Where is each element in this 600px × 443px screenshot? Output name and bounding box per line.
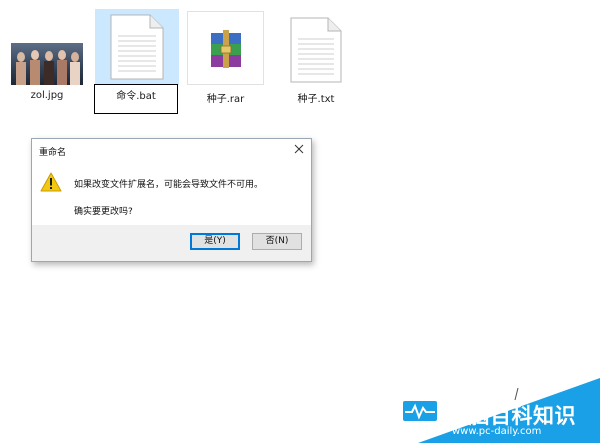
- photo-thumbnail-icon: [11, 43, 83, 85]
- rename-input-text: 命令.bat: [116, 91, 156, 102]
- watermark-url: www.pc-daily.com: [452, 426, 542, 437]
- file-label-seed-txt: 种子.txt: [297, 94, 335, 105]
- file-item-seed-rar[interactable]: [187, 11, 264, 85]
- text-document-icon: [110, 14, 164, 80]
- file-item-seed-txt[interactable]: [280, 9, 352, 85]
- text-document-icon: [290, 17, 342, 83]
- warning-icon: [40, 172, 62, 192]
- winrar-archive-icon: [211, 30, 241, 68]
- yes-button[interactable]: 是(Y): [190, 233, 240, 250]
- dialog-title: 重命名: [39, 148, 67, 158]
- rename-input[interactable]: 命令.bat: [94, 84, 178, 114]
- dialog-message: 如果改变文件扩展名，可能会导致文件不可用。: [74, 180, 264, 190]
- file-item-command-bat[interactable]: [95, 9, 179, 85]
- file-label-seed-rar: 种子.rar: [206, 94, 245, 105]
- rename-dialog: 重命名 如果改变文件扩展名，可能会导致文件不可用。 确实要更改吗? 是(Y) 否…: [31, 138, 312, 262]
- monitor-pulse-icon: [399, 397, 441, 433]
- no-button[interactable]: 否(N): [252, 233, 302, 250]
- dialog-button-bar: 是(Y) 否(N): [32, 225, 311, 261]
- file-label-zol-jpg: zol.jpg: [30, 90, 64, 101]
- close-icon[interactable]: [290, 141, 308, 157]
- file-item-zol-jpg[interactable]: [8, 40, 86, 92]
- dialog-question: 确实要更改吗?: [74, 207, 133, 217]
